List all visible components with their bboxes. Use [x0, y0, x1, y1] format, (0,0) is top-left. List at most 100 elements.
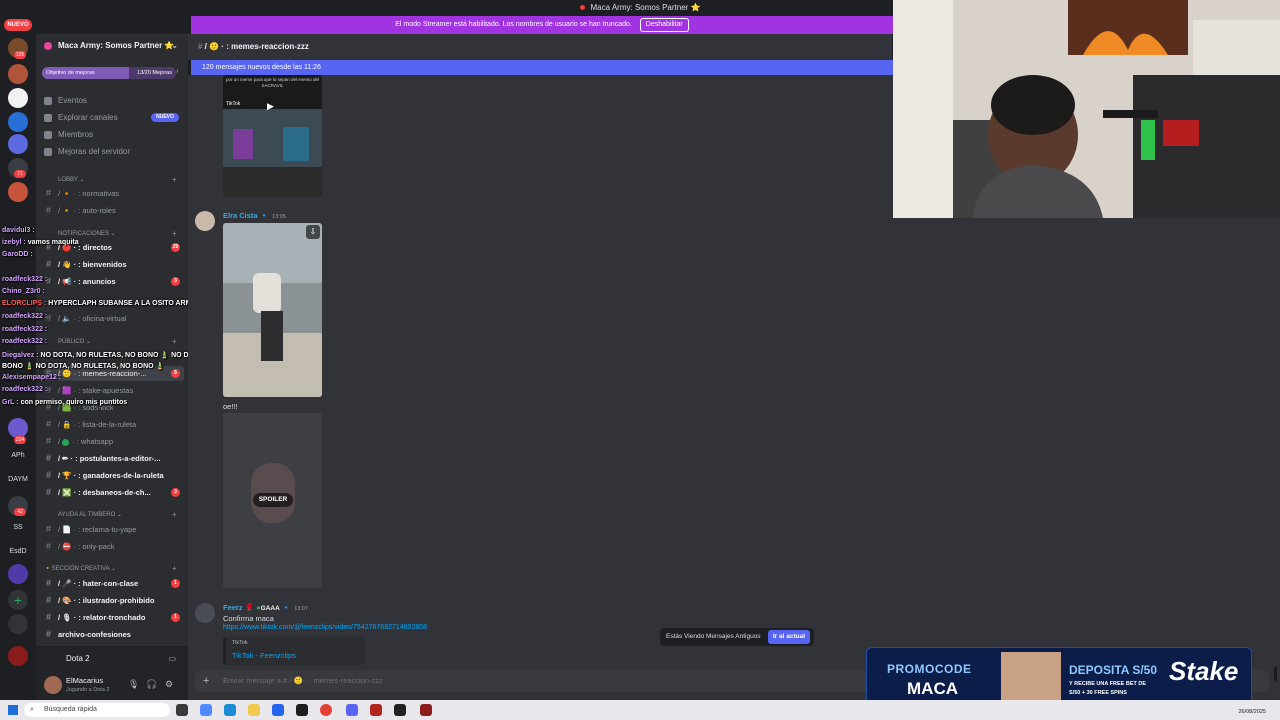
add-channel-icon[interactable]: +: [172, 509, 177, 521]
chat-overlay-line: GaroDD :: [2, 251, 33, 258]
channel-stake-apuestas[interactable]: # / 🟪 · : stake-apuestas: [44, 383, 184, 398]
channel-normativas[interactable]: # / 🔸 · : normativas: [44, 186, 184, 201]
nav-members[interactable]: Miembros: [44, 128, 93, 142]
channel-ganadores[interactable]: # / 🏆 · : ganadores-de-la-ruleta: [44, 468, 184, 483]
discover-icon[interactable]: [8, 614, 28, 634]
category-publico[interactable]: PÚBLICO ⌄ +: [44, 336, 177, 348]
browse-icon: [44, 114, 52, 122]
message-placeholder: Enviar mensaje a # / 🙂 · : memes-reaccio…: [223, 676, 383, 685]
nav-explore-label: Explorar canales: [58, 113, 118, 122]
discord-icon[interactable]: [346, 704, 358, 716]
screen-icon[interactable]: ▭: [168, 647, 176, 671]
app-icon[interactable]: [370, 704, 382, 716]
boost-goal-bar[interactable]: Objetivo de mejoras 13/20 Mejoras: [42, 67, 176, 79]
channel-whatsapp[interactable]: # / · : whatsapp: [44, 434, 184, 449]
add-server-icon[interactable]: +: [8, 590, 28, 610]
message-author[interactable]: Feerz 🌹 ●GAAA 🔹 13:07: [223, 603, 308, 612]
embed-title[interactable]: TikTok - Feenzclips: [232, 651, 296, 660]
windows-start-icon[interactable]: [8, 705, 18, 715]
tiktok-link[interactable]: https://www.tiktok.com/@feenzclips/video…: [223, 624, 427, 631]
hash-icon: #: [46, 612, 52, 622]
promo-code: MACA: [907, 679, 958, 698]
spoiler-attachment[interactable]: SPOILER: [223, 413, 322, 588]
category-label: LOBBY: [58, 177, 78, 183]
category-creativa[interactable]: 🔸SECCIÓN CREATIVA ⌄ +: [44, 563, 177, 575]
edge-icon[interactable]: [224, 704, 236, 716]
channel-label: only-pack: [82, 542, 115, 551]
jump-to-present-button[interactable]: Ir al actual: [767, 630, 810, 644]
scrollbar-thumb[interactable]: [1274, 667, 1277, 681]
server-label[interactable]: DAYM: [4, 476, 32, 483]
nav-events[interactable]: Eventos: [44, 94, 87, 108]
video-attachment[interactable]: ⇩: [223, 223, 322, 397]
overlay-text: vamos maquita: [27, 239, 79, 246]
channel-desbaneos[interactable]: # / ❎ · : desbaneos-de-ch... 3: [44, 485, 184, 500]
new-messages-bar[interactable]: 120 mensajes nuevos desde las 11:26: [191, 60, 893, 75]
disable-streamer-button[interactable]: Deshabilitar: [639, 18, 689, 32]
chat-overlay-line: izebyl : vamos maquita: [2, 239, 79, 246]
category-ayuda[interactable]: AYUDA AL TIMBERO ⌄ +: [44, 509, 177, 521]
server-label[interactable]: EsdD: [4, 548, 32, 555]
server-icon[interactable]: [8, 564, 28, 584]
channel-archivo-confesiones[interactable]: # archivo-confesiones: [44, 627, 184, 642]
microphone-icon[interactable]: 🎙: [128, 679, 139, 689]
overlay-user: ELORCLIPS :: [2, 300, 47, 307]
windows-taskbar: ⌕ Búsqueda rápida 26/08/2025: [0, 700, 1280, 720]
link-embed[interactable]: TikTok TikTok - Feenzclips: [223, 637, 365, 665]
avatar[interactable]: [44, 676, 62, 694]
voice-status[interactable]: Dota 2 ▭: [36, 646, 188, 670]
channel-bienvenidos[interactable]: # / 👋 · : bienvenidos: [44, 257, 184, 272]
server-icon[interactable]: [8, 182, 28, 202]
server-icon[interactable]: [8, 64, 28, 84]
attach-plus-icon[interactable]: +: [203, 670, 209, 692]
server-icon[interactable]: [8, 112, 28, 132]
channel-postulantes[interactable]: # / ✏ · : postulantes-a-editor-...: [44, 451, 184, 466]
avatar[interactable]: [195, 603, 215, 623]
overlay-text: BONO 🎍 NO DOTA, NO RULETAS, NO BONO 🎍: [2, 363, 165, 370]
add-channel-icon[interactable]: +: [172, 336, 177, 348]
play-icon[interactable]: ▶: [267, 101, 274, 112]
category-lobby[interactable]: LOBBY ⌄ +: [44, 174, 177, 186]
nav-explore[interactable]: Explorar canales: [44, 111, 118, 125]
task-view-icon[interactable]: [176, 704, 188, 716]
window-title: Maca Army: Somos Partner ⭐: [590, 3, 701, 12]
channel-ilustrador-prohibido[interactable]: # / 🎨 · : ilustrador-prohibido: [44, 593, 184, 608]
server-header[interactable]: Maca Army: Somos Partner ⭐ ⌄: [36, 34, 188, 58]
channel-only-pack[interactable]: # / ⛔ · : only-pack: [44, 539, 184, 554]
channel-auto-roles[interactable]: # / 🔸 · : auto-roles: [44, 203, 184, 218]
message-author[interactable]: Elra Cista 🔹 13:05: [223, 211, 286, 220]
channel-hater-con-clase[interactable]: # / 🎤 · : hater-con-clase 1: [44, 576, 184, 591]
video-figure: [233, 129, 253, 159]
overlay-user: GaroDD :: [2, 251, 33, 258]
chrome-icon[interactable]: [320, 704, 332, 716]
copilot-icon[interactable]: [200, 704, 212, 716]
app-icon[interactable]: [296, 704, 308, 716]
settings-gear-icon[interactable]: ⚙: [164, 679, 174, 689]
download-icon[interactable]: ⇩: [306, 225, 320, 239]
tiktok-video-thumbnail[interactable]: por un meme para que lo sepan del evento…: [223, 75, 322, 197]
server-icon[interactable]: [8, 134, 28, 154]
hash-icon: #: [46, 595, 52, 605]
channel-reclama-tu-yape[interactable]: # / 📄 · : reclama-tu-yape: [44, 522, 184, 537]
server-icon[interactable]: [8, 646, 28, 666]
file-explorer-icon[interactable]: [248, 704, 260, 716]
nav-boosts[interactable]: Mejoras del servidor: [44, 145, 130, 159]
avatar[interactable]: [195, 211, 215, 231]
add-channel-icon[interactable]: +: [172, 563, 177, 575]
headphones-icon[interactable]: 🎧: [146, 679, 157, 689]
server-icon[interactable]: [8, 88, 28, 108]
dota-icon[interactable]: [420, 704, 432, 716]
store-icon[interactable]: [272, 704, 284, 716]
taskbar-search[interactable]: ⌕ Búsqueda rápida: [24, 703, 170, 717]
add-channel-icon[interactable]: +: [172, 174, 177, 186]
server-label[interactable]: APh: [4, 452, 32, 459]
channel-oficina-virtual[interactable]: # / 🔈 · : oficina-virtual: [44, 311, 184, 326]
add-channel-icon[interactable]: +: [172, 228, 177, 240]
obs-icon[interactable]: [394, 704, 406, 716]
server-label[interactable]: SS: [4, 524, 32, 531]
channel-relator-tronchado[interactable]: # / 🎙 · : relator-tronchado 1: [44, 610, 184, 625]
server-icon[interactable]: [8, 418, 28, 438]
channel-anuncios[interactable]: # / 📢 · : anuncios 3: [44, 274, 184, 289]
channel-lista-de-la-ruleta[interactable]: # / 🔒 · : lista-de-la-ruleta: [44, 417, 184, 432]
overlay-user: roadfeck322 :: [2, 313, 48, 320]
